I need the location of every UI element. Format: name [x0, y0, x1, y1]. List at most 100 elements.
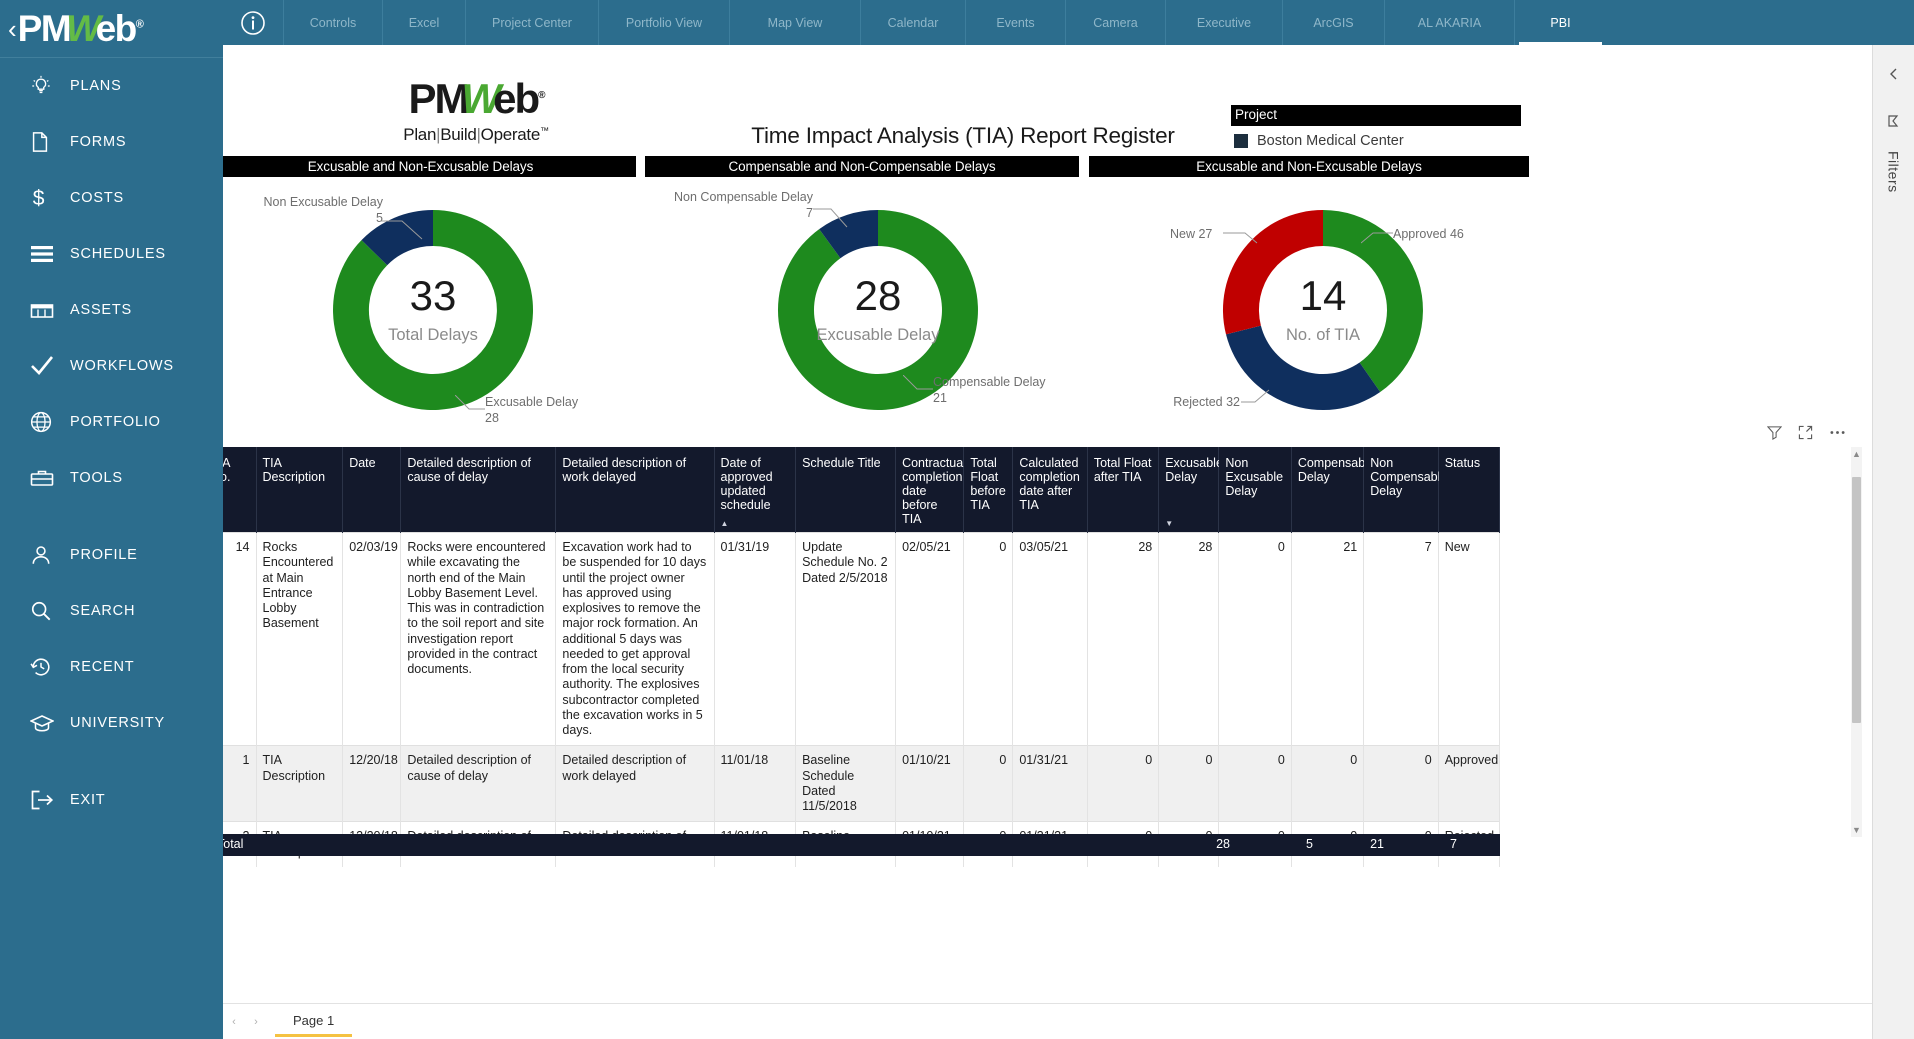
donut-svg-1 — [333, 210, 534, 410]
prev-page-icon[interactable]: ‹ — [223, 1016, 245, 1028]
column-header-date-of-approved-updated-schedule[interactable]: Date of approved updated schedule ▲ — [714, 447, 797, 533]
cell-status: Approved — [1438, 745, 1501, 822]
sidebar-item-costs[interactable]: $ COSTS — [0, 170, 223, 226]
chevron-left-icon[interactable] — [1879, 59, 1909, 89]
app-logo[interactable]: ‹ PMWeb® — [0, 0, 223, 57]
bookmark-icon[interactable] — [1879, 107, 1909, 137]
leader-line-2b — [903, 375, 933, 390]
tab-controls[interactable]: Controls — [283, 0, 382, 45]
total-non-excusable: 5 — [1306, 837, 1313, 851]
tab-portfolio-view[interactable]: Portfolio View — [598, 0, 729, 45]
callout-non-excusable-delay-1: Non Excusable Delay 5 — [263, 195, 383, 225]
cell-tia-description: Rocks Encountered at Main Entrance Lobby… — [256, 531, 344, 746]
sidebar-item-workflows[interactable]: WORKFLOWS — [0, 338, 223, 394]
data-table-wrapper: TIA No. TIA Description Date Detailed descr… — [223, 447, 1502, 867]
pmweb-logo: PMWeb® — [18, 8, 144, 50]
tab-pbi[interactable]: PBI — [1514, 0, 1606, 45]
column-header-tia-no[interactable]: TIA No. — [223, 447, 257, 533]
cell-non-compensable: 0 — [1363, 745, 1439, 822]
column-header-detailed-description-of-work-delayed[interactable]: Detailed description of work delayed — [555, 447, 715, 533]
sidebar-item-search[interactable]: SEARCH — [0, 583, 223, 639]
sidebar-item-plans[interactable]: PLANS — [0, 58, 223, 114]
leader-line-3b — [1361, 232, 1393, 244]
column-header-date[interactable]: Date — [342, 447, 402, 533]
sidebar-item-recent[interactable]: RECENT — [0, 639, 223, 695]
table-row[interactable]: 14 Rocks Encountered at Main Entrance Lob… — [223, 531, 1501, 746]
cell-contract-completion-before: 01/10/21 — [895, 745, 965, 822]
cell-excusable: 0 — [1158, 745, 1220, 822]
scroll-down-icon[interactable]: ▼ — [1852, 823, 1861, 837]
tab-calendar[interactable]: Calendar — [860, 0, 965, 45]
cell-non-excusable: 0 — [1218, 531, 1292, 746]
column-header-compensable-delay[interactable]: Compensable Delay — [1291, 447, 1375, 533]
tab-container: Controls Excel Project Center Portfolio Vie… — [283, 0, 1606, 45]
table-vertical-scrollbar[interactable]: ▲ ▼ — [1851, 447, 1862, 837]
cell-work-delayed: Excavation work had to be suspended for … — [555, 531, 715, 746]
tab-label: Project Center — [492, 15, 572, 30]
more-options-icon[interactable] — [1829, 425, 1846, 440]
dollar-icon: $ — [30, 185, 64, 211]
sidebar-item-portfolio[interactable]: PORTFOLIO — [0, 394, 223, 450]
tab-label: Excel — [408, 15, 440, 30]
next-page-icon[interactable]: › — [245, 1016, 267, 1028]
globe-icon — [30, 409, 64, 435]
tab-arcgis[interactable]: ArcGIS — [1282, 0, 1384, 45]
tab-project-center[interactable]: Project Center — [465, 0, 598, 45]
tab-map-view[interactable]: Map View — [729, 0, 860, 45]
donut-chart-total-delays[interactable]: 33 Total Delays — [318, 195, 548, 425]
column-header-schedule-title[interactable]: Schedule Title — [795, 447, 897, 533]
sidebar-item-assets[interactable]: ASSETS — [0, 282, 223, 338]
column-header-non-excusable-delay[interactable]: Non Excusable Delay — [1218, 447, 1292, 533]
column-header-status[interactable]: Status — [1438, 447, 1501, 533]
sidebar-item-label: PLANS — [70, 78, 122, 94]
sidebar-item-university[interactable]: UNIVERSITY — [0, 695, 223, 751]
page-tab-page-1[interactable]: Page 1 — [275, 1006, 353, 1037]
report-registered-icon: ® — [538, 90, 546, 101]
tab-events[interactable]: Events — [965, 0, 1065, 45]
cell-non-excusable: 0 — [1218, 745, 1292, 822]
filters-panel-label[interactable]: Filters — [1886, 151, 1902, 193]
project-legend: Project Boston Medical Center — [1231, 105, 1521, 149]
project-legend-item[interactable]: Boston Medical Center — [1231, 133, 1521, 149]
column-header-label: TIA No. — [223, 456, 231, 484]
focus-mode-icon[interactable] — [1798, 425, 1813, 440]
sidebar-collapse-icon[interactable]: ‹ — [8, 16, 17, 42]
leader-line-3a — [1223, 232, 1258, 244]
column-header-detailed-description-of-cause-of-delay[interactable]: Detailed description of cause of delay — [400, 447, 557, 533]
sidebar-item-label: PORTFOLIO — [70, 414, 161, 430]
column-header-tia-description[interactable]: TIA Description — [256, 447, 344, 533]
column-header-contractual-completion-date-before-tia[interactable]: Contractual completion date before TIA — [895, 447, 966, 533]
scrollbar-thumb[interactable] — [1852, 477, 1861, 723]
table-row[interactable]: 1 TIA Description 12/20/18 Detailed descrip… — [223, 745, 1501, 822]
tab-executive[interactable]: Executive — [1165, 0, 1282, 45]
sidebar-item-exit[interactable]: EXIT — [0, 772, 223, 828]
column-header-label: Detailed description of work delayed — [562, 456, 687, 484]
cell-contract-completion-before: 02/05/21 — [895, 531, 965, 746]
tab-excel[interactable]: Excel — [382, 0, 465, 45]
sidebar-item-schedules[interactable]: SCHEDULES — [0, 226, 223, 282]
user-icon — [30, 542, 64, 568]
cell-date: 02/03/19 — [342, 531, 402, 746]
tab-label: Map View — [767, 15, 823, 30]
sidebar-item-profile[interactable]: PROFILE — [0, 527, 223, 583]
filter-icon[interactable] — [1767, 425, 1782, 440]
column-header-total-float-before-tia[interactable]: Total Float before TIA — [963, 447, 1014, 533]
callout-rejected-3: Rejected 32 — [1173, 395, 1240, 409]
column-header-excusable-delay[interactable]: Excusable Delay ▼ — [1158, 447, 1223, 533]
report-logo-eb: eb — [493, 75, 540, 122]
tab-label: PBI — [1550, 15, 1571, 30]
column-header-label: Non Excusable Delay — [1225, 456, 1284, 498]
total-compensable: 21 — [1370, 837, 1384, 851]
tab-al-akaria[interactable]: AL AKARIA — [1384, 0, 1514, 45]
sidebar-item-tools[interactable]: TOOLS — [0, 450, 223, 506]
column-header-non-compensable-delay[interactable]: Non Compensable Delay — [1363, 447, 1447, 533]
column-header-calculated-completion-date-after-tia[interactable]: Calculated completion date after TIA — [1012, 447, 1088, 533]
column-header-total-float-after-tia[interactable]: Total Float after TIA — [1087, 447, 1160, 533]
info-icon[interactable] — [223, 10, 283, 36]
sidebar-item-forms[interactable]: FORMS — [0, 114, 223, 170]
column-header-label: Date of approved updated schedule — [720, 456, 773, 512]
column-header-label: Status — [1444, 456, 1481, 470]
scroll-up-icon[interactable]: ▲ — [1852, 447, 1861, 461]
tab-camera[interactable]: Camera — [1065, 0, 1165, 45]
